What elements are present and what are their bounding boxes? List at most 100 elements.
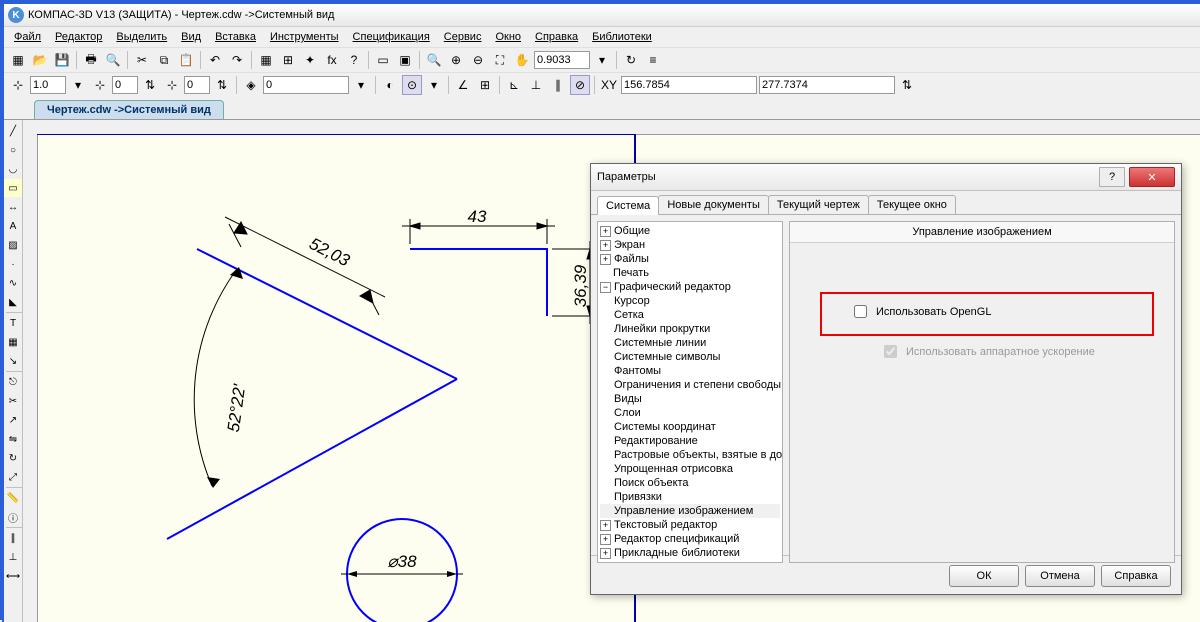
- zoom-in-icon[interactable]: ⊕: [446, 50, 466, 70]
- tan-icon[interactable]: ⊘: [570, 75, 590, 95]
- num-input-2[interactable]: [184, 76, 210, 94]
- save-icon[interactable]: 💾: [52, 50, 72, 70]
- scale-icon[interactable]: ⤢: [4, 468, 22, 486]
- spline-tool-icon[interactable]: ∿: [4, 274, 22, 292]
- tree-cursor[interactable]: Курсор: [600, 294, 780, 308]
- rect-tool-icon[interactable]: ▭: [4, 179, 22, 197]
- trim-icon[interactable]: ✂: [4, 392, 22, 410]
- info-icon[interactable]: ⓘ: [4, 508, 22, 526]
- dialog-help-icon[interactable]: ?: [1099, 167, 1125, 187]
- angle-icon[interactable]: ∠: [453, 75, 473, 95]
- tree-specedit[interactable]: +Редактор спецификаций: [600, 532, 780, 546]
- cut-icon[interactable]: ✂: [132, 50, 152, 70]
- layers-icon[interactable]: ≡: [643, 50, 663, 70]
- menu-edit[interactable]: Редактор: [49, 29, 108, 45]
- redo-icon[interactable]: ↷: [227, 50, 247, 70]
- menu-spec[interactable]: Спецификация: [347, 29, 436, 45]
- step-icon[interactable]: ⇅: [212, 75, 232, 95]
- hatch-tool-icon[interactable]: ▨: [4, 236, 22, 254]
- tree-phantoms[interactable]: Фантомы: [600, 364, 780, 378]
- text-tool-icon[interactable]: A: [4, 217, 22, 235]
- linestyle-icon[interactable]: ⊹: [90, 75, 110, 95]
- step-icon[interactable]: ⇅: [897, 75, 917, 95]
- tab-curwin[interactable]: Текущее окно: [868, 195, 956, 214]
- ortho2-icon[interactable]: ⊾: [504, 75, 524, 95]
- tree-applibs[interactable]: +Прикладные библиотеки: [600, 546, 780, 560]
- view2-icon[interactable]: ▣: [395, 50, 415, 70]
- extend-icon[interactable]: ↗: [4, 411, 22, 429]
- help-button[interactable]: Справка: [1101, 565, 1171, 587]
- line-tool-icon[interactable]: ╱: [4, 122, 22, 140]
- tree-general[interactable]: +Общие: [600, 224, 780, 238]
- tree-layers[interactable]: Слои: [600, 406, 780, 420]
- print-icon[interactable]: 🖶: [81, 50, 101, 70]
- para2-icon[interactable]: ∥: [4, 529, 22, 547]
- tree-views[interactable]: Виды: [600, 392, 780, 406]
- tab-current-document[interactable]: Чертеж.cdw ->Системный вид: [34, 100, 224, 119]
- tab-curdraw[interactable]: Текущий чертеж: [768, 195, 869, 214]
- measure-icon[interactable]: 📏: [4, 489, 22, 507]
- point-tool-icon[interactable]: ·: [4, 255, 22, 273]
- snap-mid-icon[interactable]: ◐: [380, 75, 400, 95]
- tree-editing[interactable]: Редактирование: [600, 434, 780, 448]
- menu-help[interactable]: Справка: [529, 29, 584, 45]
- ortho-icon[interactable]: ⊞: [278, 50, 298, 70]
- use-opengl-input[interactable]: [854, 305, 867, 318]
- linestyle2-icon[interactable]: ⊹: [162, 75, 182, 95]
- cancel-button[interactable]: Отмена: [1025, 565, 1095, 587]
- ok-button[interactable]: ОК: [949, 565, 1019, 587]
- menu-tools[interactable]: Инструменты: [264, 29, 345, 45]
- snap-icon[interactable]: ✦: [300, 50, 320, 70]
- grid-icon[interactable]: ▦: [256, 50, 276, 70]
- view1-icon[interactable]: ▭: [373, 50, 393, 70]
- chamfer-tool-icon[interactable]: ◣: [4, 293, 22, 311]
- zoom-out-icon[interactable]: ⊖: [468, 50, 488, 70]
- tree-coords[interactable]: Системы координат: [600, 420, 780, 434]
- tree-syssym[interactable]: Системные символы: [600, 350, 780, 364]
- tree-display[interactable]: Управление изображением: [600, 504, 780, 518]
- tree-raster[interactable]: Растровые объекты, взятые в до: [600, 448, 780, 462]
- menu-file[interactable]: Файл: [8, 29, 47, 45]
- tree-syslines[interactable]: Системные линии: [600, 336, 780, 350]
- tree-textedit[interactable]: +Текстовый редактор: [600, 518, 780, 532]
- snap-magnet-icon[interactable]: ⊙: [402, 75, 422, 95]
- grid-icon[interactable]: ⊞: [475, 75, 495, 95]
- tree-snaps[interactable]: Привязки: [600, 490, 780, 504]
- break-icon[interactable]: ⎋: [4, 373, 22, 391]
- pan-icon[interactable]: ✋: [512, 50, 532, 70]
- linewidth-input[interactable]: [30, 76, 66, 94]
- help-icon[interactable]: ?: [344, 50, 364, 70]
- coord-y-input[interactable]: [759, 76, 895, 94]
- menu-select[interactable]: Выделить: [110, 29, 173, 45]
- menu-insert[interactable]: Вставка: [209, 29, 262, 45]
- dropdown-icon[interactable]: ▾: [592, 50, 612, 70]
- tree-gedit[interactable]: −Графический редактор: [600, 280, 780, 294]
- arc-tool-icon[interactable]: ◡: [4, 160, 22, 178]
- coord-label-icon[interactable]: XY: [599, 75, 619, 95]
- layer-icon[interactable]: ◈: [241, 75, 261, 95]
- coord-x-input[interactable]: [621, 76, 757, 94]
- dim-tool-icon[interactable]: ↔: [4, 198, 22, 216]
- refresh-icon[interactable]: ↻: [621, 50, 641, 70]
- tree-grid[interactable]: Сетка: [600, 308, 780, 322]
- rotate-icon[interactable]: ↻: [4, 449, 22, 467]
- step-icon[interactable]: ⇅: [140, 75, 160, 95]
- tree-simple[interactable]: Упрощенная отрисовка: [600, 462, 780, 476]
- style-icon[interactable]: ⊹: [8, 75, 28, 95]
- tree-constraints[interactable]: Ограничения и степени свободы: [600, 378, 780, 392]
- dialog-titlebar[interactable]: Параметры ? ✕: [591, 164, 1181, 191]
- table-icon[interactable]: ▦: [4, 333, 22, 351]
- dropdown-icon[interactable]: ▾: [68, 75, 88, 95]
- dropdown-icon[interactable]: ▾: [351, 75, 371, 95]
- open-icon[interactable]: 📂: [30, 50, 50, 70]
- perp2-icon[interactable]: ⊥: [4, 548, 22, 566]
- tab-system[interactable]: Система: [597, 196, 659, 215]
- menu-view[interactable]: Вид: [175, 29, 207, 45]
- paste-icon[interactable]: 📋: [176, 50, 196, 70]
- dim2-icon[interactable]: ⟷: [4, 567, 22, 585]
- para-icon[interactable]: ∥: [548, 75, 568, 95]
- dialog-close-icon[interactable]: ✕: [1129, 167, 1175, 187]
- new-doc-icon[interactable]: ▦: [8, 50, 28, 70]
- tree-scroll[interactable]: Линейки прокрутки: [600, 322, 780, 336]
- layer-input[interactable]: [263, 76, 349, 94]
